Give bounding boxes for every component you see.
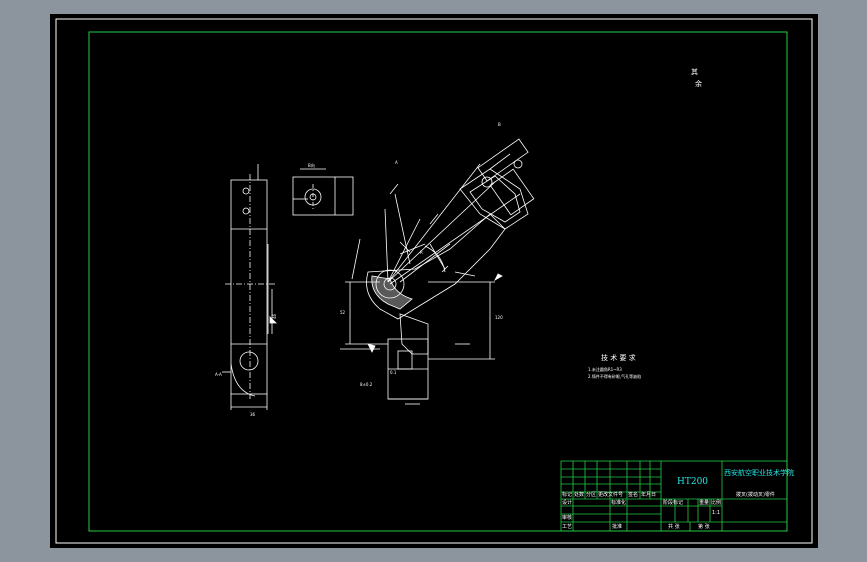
tb-header-0: 标记 <box>562 491 572 498</box>
view-label: B向 <box>308 162 315 168</box>
tb-material: HT200 <box>677 477 708 487</box>
tb-header-1: 处数 <box>574 491 584 498</box>
tb-school: 西安航空职业技术学院 <box>724 468 794 477</box>
tb-sheet: 第 张 <box>698 523 710 530</box>
tb-stage: 阶段标记 <box>663 499 683 506</box>
tb-part-name: 拨叉(拨动叉)零件 <box>736 491 775 498</box>
top-note-line2: 余 <box>695 79 702 88</box>
tb-header-4: 签名 <box>628 491 638 498</box>
outer-frame <box>55 18 813 544</box>
main-dim-3: 120 <box>495 315 503 320</box>
tb-scale: 1:1 <box>712 510 720 516</box>
main-dim-4: 52 <box>340 310 346 315</box>
tb-scale-label: 比例 <box>711 499 721 506</box>
drawing-canvas[interactable]: 其 余 46 36 A-A B向 0.1 R 120 52 B A 8±0.2 … <box>50 14 818 548</box>
main-dim-6: A <box>395 160 398 165</box>
top-note-line1: 其 <box>691 68 698 76</box>
tb-process: 工艺 <box>562 524 572 530</box>
main-dim-5: B <box>498 122 501 127</box>
tb-header-3: 更改文件号 <box>598 491 623 498</box>
side-dim-1: 46 <box>272 313 277 319</box>
side-view <box>222 164 277 410</box>
tb-designer: 设计 <box>562 499 572 506</box>
drawing-border <box>88 31 788 532</box>
tech-req-line2: 2.铸件不得有砂眼,气孔等缺陷 <box>588 373 641 379</box>
tech-req-title: 技 术 要 求 <box>601 353 636 362</box>
tb-sheets: 共 张 <box>668 523 680 530</box>
side-dim-2: 36 <box>250 412 256 417</box>
section-label-left: A-A <box>215 372 222 377</box>
tb-header-2: 分区 <box>586 491 596 498</box>
detail-view <box>292 168 354 216</box>
tb-weight: 重量 <box>699 499 709 506</box>
main-dim-2: R <box>420 250 423 255</box>
tb-std: 标准化 <box>611 499 626 506</box>
main-dim-1: 0.1 <box>390 370 397 375</box>
cad-drawing: 其 余 46 36 A-A B向 0.1 R 120 52 B A 8±0.2 … <box>55 18 813 544</box>
tb-header-5: 年月日 <box>641 491 656 498</box>
main-view <box>340 138 535 405</box>
main-note: 8±0.2 <box>360 382 373 387</box>
tb-approve: 批准 <box>612 523 622 530</box>
tech-req-line1: 1.未注圆角R1~R3 <box>588 366 622 372</box>
tb-checker: 审核 <box>562 514 572 521</box>
